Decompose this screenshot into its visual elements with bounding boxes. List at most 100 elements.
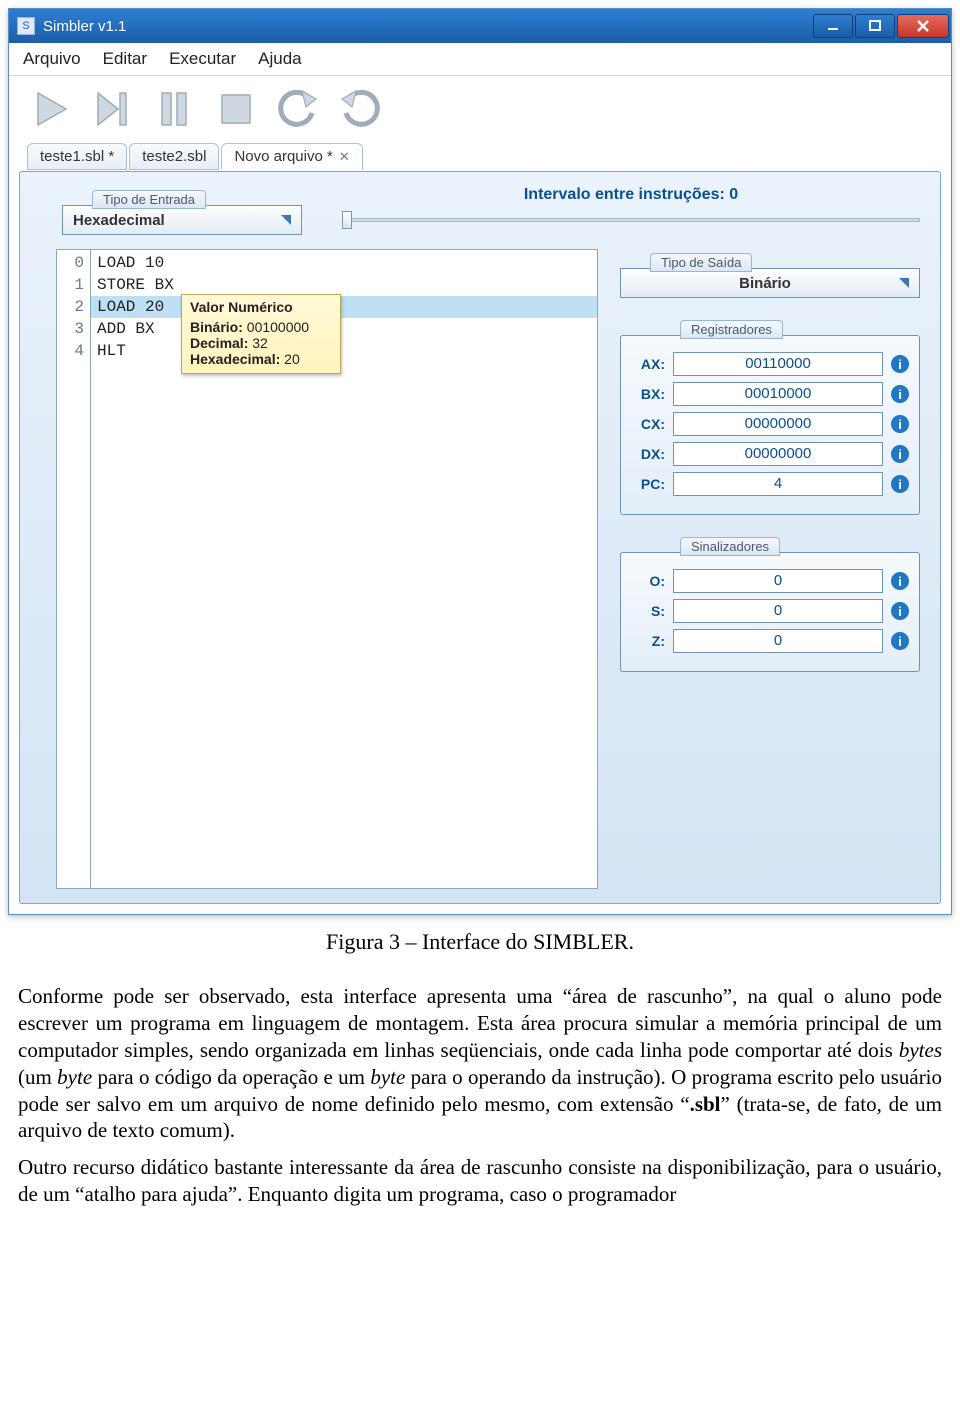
minimize-button[interactable] [813, 14, 853, 38]
flag-value: 0 [673, 599, 883, 623]
line-number: 0 [57, 252, 90, 274]
toolbar [9, 76, 951, 144]
tooltip-row: Hexadecimal: 20 [190, 351, 332, 367]
register-row: CX: 00000000 i [631, 412, 909, 436]
tab-teste2[interactable]: teste2.sbl [129, 143, 219, 170]
register-row: BX: 00010000 i [631, 382, 909, 406]
code-line[interactable]: HLT [91, 340, 597, 362]
interval-label: Intervalo entre instruções: 0 [342, 186, 920, 204]
info-icon[interactable]: i [891, 355, 909, 373]
flag-row: Z: 0 i [631, 629, 909, 653]
line-number: 3 [57, 318, 90, 340]
info-icon[interactable]: i [891, 475, 909, 493]
register-value: 4 [673, 472, 883, 496]
flag-name: O: [631, 573, 665, 589]
tab-row: teste1.sbl * teste2.sbl Novo arquivo * ✕ [9, 143, 951, 170]
tab-teste1[interactable]: teste1.sbl * [27, 143, 127, 170]
registers-panel-label: Registradores [680, 320, 783, 339]
line-number: 1 [57, 274, 90, 296]
code-line[interactable]: ADD BX [91, 318, 597, 340]
flag-row: O: 0 i [631, 569, 909, 593]
menu-executar[interactable]: Executar [169, 49, 236, 69]
flags-panel: O: 0 i S: 0 i Z: 0 [620, 552, 920, 672]
window-title: Simbler v1.1 [43, 18, 126, 35]
register-name: AX: [631, 356, 665, 372]
info-icon[interactable]: i [891, 572, 909, 590]
info-icon[interactable]: i [891, 445, 909, 463]
register-row: PC: 4 i [631, 472, 909, 496]
register-name: CX: [631, 416, 665, 432]
line-gutter: 0 1 2 3 4 [57, 250, 91, 888]
tooltip-row: Binário: 00100000 [190, 319, 332, 335]
application-window: S Simbler v1.1 Arquivo Editar Executar A… [8, 8, 952, 915]
dropdown-icon [899, 278, 909, 288]
tooltip-title: Valor Numérico [190, 299, 332, 315]
play-icon[interactable] [25, 84, 75, 134]
pause-icon[interactable] [149, 84, 199, 134]
flags-panel-label: Sinalizadores [680, 537, 780, 556]
tab-close-icon[interactable]: ✕ [339, 149, 350, 165]
input-type-label: Tipo de Entrada [92, 190, 206, 209]
stop-icon[interactable] [211, 84, 261, 134]
register-name: DX: [631, 446, 665, 462]
code-area[interactable]: LOAD 10 STORE BX LOAD 20 ADD BX HLT Valo… [91, 250, 597, 888]
body-text: Conforme pode ser observado, esta interf… [18, 983, 942, 1208]
info-icon[interactable]: i [891, 385, 909, 403]
register-value: 00110000 [673, 352, 883, 376]
maximize-button[interactable] [855, 14, 895, 38]
register-name: BX: [631, 386, 665, 402]
dropdown-icon [281, 215, 291, 225]
register-name: PC: [631, 476, 665, 492]
slider-track [342, 218, 920, 222]
app-icon: S [17, 17, 35, 35]
output-type-selector: Tipo de Saída Binário [620, 249, 920, 298]
register-value: 00000000 [673, 412, 883, 436]
output-type-value: Binário [631, 275, 899, 292]
code-line[interactable]: LOAD 10 [91, 252, 597, 274]
flag-value: 0 [673, 569, 883, 593]
menu-bar: Arquivo Editar Executar Ajuda [9, 43, 951, 76]
flag-row: S: 0 i [631, 599, 909, 623]
register-value: 00000000 [673, 442, 883, 466]
title-bar[interactable]: S Simbler v1.1 [9, 9, 951, 43]
input-type-selector: Tipo de Entrada Hexadecimal [62, 186, 302, 235]
code-line[interactable]: STORE BX [91, 274, 597, 296]
line-number: 4 [57, 340, 90, 362]
register-value: 00010000 [673, 382, 883, 406]
code-line-selected[interactable]: LOAD 20 [91, 296, 597, 318]
output-type-label: Tipo de Saída [650, 253, 752, 272]
tab-label: Novo arquivo * [234, 148, 332, 165]
register-row: DX: 00000000 i [631, 442, 909, 466]
client-area: Tipo de Entrada Hexadecimal Intervalo en… [19, 171, 941, 904]
paragraph-2: Outro recurso didático bastante interess… [18, 1154, 942, 1208]
menu-arquivo[interactable]: Arquivo [23, 49, 81, 69]
menu-ajuda[interactable]: Ajuda [258, 49, 301, 69]
code-editor[interactable]: 0 1 2 3 4 LOAD 10 STORE BX LOAD 20 ADD B… [56, 249, 598, 889]
register-row: AX: 00110000 i [631, 352, 909, 376]
flag-value: 0 [673, 629, 883, 653]
tab-novo-arquivo[interactable]: Novo arquivo * ✕ [221, 143, 362, 170]
redo-icon[interactable] [335, 84, 385, 134]
undo-icon[interactable] [273, 84, 323, 134]
flag-name: Z: [631, 633, 665, 649]
registers-panel: AX: 00110000 i BX: 00010000 i CX: [620, 335, 920, 515]
tab-label: teste1.sbl * [40, 148, 114, 165]
output-type-combo[interactable]: Binário [620, 268, 920, 298]
close-button[interactable] [897, 14, 949, 38]
tab-label: teste2.sbl [142, 148, 206, 165]
step-icon[interactable] [87, 84, 137, 134]
figure-caption: Figura 3 – Interface do SIMBLER. [0, 929, 960, 955]
info-icon[interactable]: i [891, 602, 909, 620]
info-icon[interactable]: i [891, 632, 909, 650]
value-tooltip: Valor Numérico Binário: 00100000 Decimal… [181, 294, 341, 374]
line-number: 2 [57, 296, 90, 318]
slider-thumb[interactable] [342, 211, 352, 229]
interval-slider[interactable] [342, 212, 920, 228]
input-type-value: Hexadecimal [73, 212, 165, 229]
tooltip-row: Decimal: 32 [190, 335, 332, 351]
menu-editar[interactable]: Editar [103, 49, 147, 69]
paragraph-1: Conforme pode ser observado, esta interf… [18, 983, 942, 1144]
input-type-combo[interactable]: Hexadecimal [62, 205, 302, 235]
flag-name: S: [631, 603, 665, 619]
info-icon[interactable]: i [891, 415, 909, 433]
